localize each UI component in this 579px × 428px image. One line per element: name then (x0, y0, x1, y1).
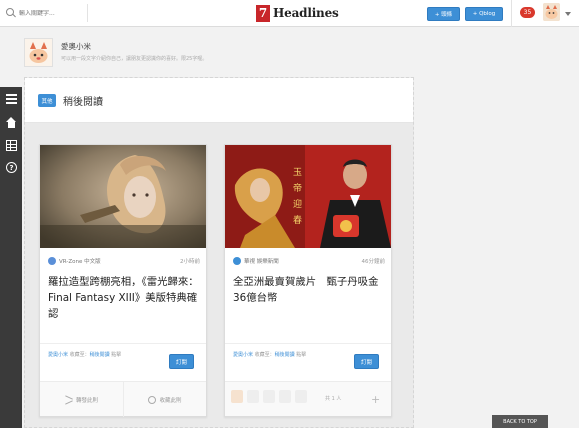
collector-link[interactable]: 愛奧小米 (48, 352, 68, 358)
svg-text:迎: 迎 (293, 198, 302, 210)
top-bar: 7 Headlines + 頭條 + Qblog 35 (0, 0, 579, 27)
user-avatar[interactable] (543, 3, 560, 21)
card-divider (40, 343, 206, 344)
source-icon (233, 257, 241, 265)
news-time: 2小時前 (180, 259, 200, 265)
source-icon (48, 257, 56, 265)
news-title[interactable]: 羅拉造型跨棚亮相，《雷光歸來：Final Fantasy XIII》美版特典確認 (48, 274, 200, 322)
logo[interactable]: 7 Headlines (256, 3, 339, 23)
help-icon[interactable]: ? (6, 162, 17, 173)
svg-text:帝: 帝 (293, 182, 302, 194)
new-qblog-button[interactable]: + Qblog (465, 7, 503, 21)
share-icon (65, 396, 73, 404)
back-to-top-button[interactable]: BACK TO TOP (492, 415, 548, 428)
search-box[interactable] (6, 4, 88, 22)
topbar-divider (511, 0, 512, 27)
category-tag[interactable]: 其他 (38, 94, 56, 107)
logo-badge: 7 (256, 4, 270, 22)
card-footer: 轉發此則 收藏此則 (40, 381, 206, 417)
collection-link[interactable]: 稍後閱讀 (275, 352, 295, 358)
liker-avatar[interactable] (231, 390, 243, 403)
empty-liker-slot (263, 390, 275, 403)
panel-header: 其他 稍後閱讀 (25, 78, 413, 123)
collected-suffix: 點擊 (294, 352, 307, 358)
collected-by: 愛奧小米 收藏至：稍後閱讀 點擊 (48, 351, 121, 358)
grid-view-icon[interactable] (6, 140, 17, 151)
save-icon (148, 395, 157, 404)
svg-text:玉: 玉 (293, 167, 302, 178)
left-rail: ? (0, 87, 22, 428)
profile-hint: 可以用一段文字介紹你自己，讓朋友更認識你的喜好。限25字喔。 (61, 56, 208, 62)
likers-list (231, 390, 311, 403)
profile-name[interactable]: 愛奧小米 (61, 41, 91, 52)
collection-link[interactable]: 稍後閱讀 (90, 352, 110, 358)
menu-icon[interactable] (6, 94, 17, 105)
subscribe-button[interactable]: 訂閱 (169, 354, 194, 369)
save-button[interactable]: 收藏此則 (123, 382, 206, 417)
svg-text:春: 春 (293, 214, 302, 226)
search-icon[interactable] (6, 8, 16, 18)
logo-text: Headlines (273, 6, 339, 20)
news-card[interactable]: VR-Zone 中文版 2小時前 羅拉造型跨棚亮相，《雷光歸來：Final Fa… (39, 144, 207, 417)
share-label: 轉發此則 (75, 397, 98, 404)
news-image[interactable] (40, 145, 206, 248)
subscribe-button[interactable]: 訂閱 (354, 354, 379, 369)
collected-label: 收藏至： (68, 352, 90, 358)
search-input[interactable] (19, 9, 85, 17)
save-label: 收藏此則 (159, 397, 182, 404)
news-meta: 華視 娛樂新聞 46分鐘前 (233, 256, 385, 266)
add-icon[interactable]: + (371, 393, 380, 406)
collected-label: 收藏至： (253, 352, 275, 358)
new-headline-button[interactable]: + 頭條 (427, 7, 460, 21)
likes-count: 共 1 人 (325, 396, 342, 402)
news-image[interactable]: 玉 帝 迎 春 (225, 145, 391, 248)
news-source[interactable]: 華視 娛樂新聞 (244, 257, 279, 265)
empty-liker-slot (247, 390, 259, 403)
news-source[interactable]: VR-Zone 中文版 (59, 257, 101, 265)
collected-suffix: 點擊 (109, 352, 122, 358)
card-divider (225, 343, 391, 344)
collector-link[interactable]: 愛奧小米 (233, 352, 253, 358)
home-icon[interactable] (6, 117, 17, 128)
profile-avatar[interactable] (24, 38, 53, 67)
empty-liker-slot (279, 390, 291, 403)
news-title[interactable]: 全亞洲最賣賀歲片 甄子丹吸金36億台幣 (233, 274, 385, 306)
news-card[interactable]: 玉 帝 迎 春 華視 娛樂新聞 46分鐘前 全亞洲最賣賀歲片 甄子丹吸金36億台… (224, 144, 392, 417)
notification-badge[interactable]: 35 (520, 7, 535, 18)
card-footer: 共 1 人 + (225, 381, 391, 416)
empty-liker-slot (295, 390, 307, 403)
collected-by: 愛奧小米 收藏至：稍後閱讀 點擊 (233, 351, 306, 358)
share-button[interactable]: 轉發此則 (40, 382, 123, 417)
news-time: 46分鐘前 (361, 259, 386, 265)
user-menu-caret-icon[interactable] (565, 12, 571, 16)
news-meta: VR-Zone 中文版 2小時前 (48, 256, 200, 266)
panel-title: 稍後閱讀 (63, 97, 103, 108)
